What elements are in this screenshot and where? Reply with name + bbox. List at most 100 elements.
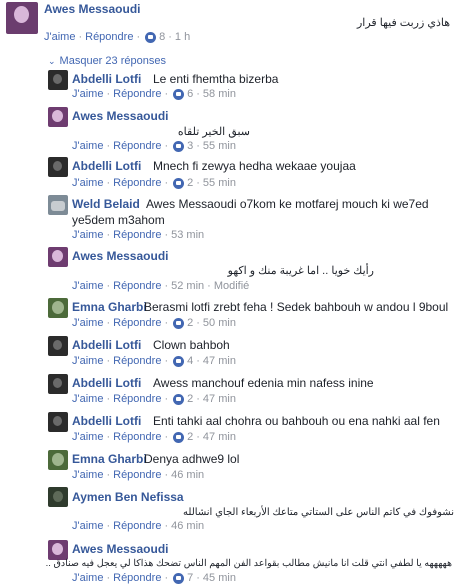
reply-author[interactable]: Abdelli Lotfi xyxy=(72,338,141,352)
like-button[interactable]: J'aime xyxy=(44,31,75,43)
reply-button[interactable]: Répondre xyxy=(113,280,161,292)
avatar[interactable] xyxy=(48,450,68,470)
like-button[interactable]: J'aime xyxy=(72,572,103,584)
avatar[interactable] xyxy=(48,487,68,507)
like-count[interactable]: 6 xyxy=(187,88,193,100)
like-reaction-icon[interactable] xyxy=(173,393,185,405)
like-reaction-icon[interactable] xyxy=(173,431,185,443)
reply-button[interactable]: Répondre xyxy=(113,431,161,443)
separator: · xyxy=(136,31,141,43)
like-reaction-icon[interactable] xyxy=(173,317,185,329)
avatar[interactable] xyxy=(48,412,68,432)
avatar[interactable] xyxy=(48,157,68,177)
reply-button[interactable]: Répondre xyxy=(113,177,161,189)
reply-actions: J'aime · Répondre · 2 · 47 min xyxy=(72,393,236,405)
reply-author[interactable]: Awes Messaoudi xyxy=(72,249,168,263)
like-button[interactable]: J'aime xyxy=(72,469,103,481)
separator: · xyxy=(78,31,83,43)
timestamp[interactable]: 46 min xyxy=(171,469,204,481)
reply-text: Berasmi lotfi zrebt feha ! Sedek bahbouh… xyxy=(144,300,449,314)
reply-button[interactable]: Répondre xyxy=(113,140,161,152)
like-reaction-icon[interactable] xyxy=(173,355,185,367)
timestamp[interactable]: 55 min xyxy=(203,177,236,189)
avatar[interactable] xyxy=(48,70,68,90)
timestamp[interactable]: 58 min xyxy=(203,88,236,100)
timestamp[interactable]: 53 min xyxy=(171,229,204,241)
like-reaction-icon[interactable] xyxy=(173,572,185,584)
reply-actions: J'aime · Répondre · 3 · 55 min xyxy=(72,140,236,152)
reply-text-continued: ye5dem m3ahom xyxy=(72,213,165,227)
timestamp[interactable]: 52 min xyxy=(171,280,204,292)
like-button[interactable]: J'aime xyxy=(72,317,103,329)
reply-author[interactable]: Abdelli Lotfi xyxy=(72,159,141,173)
like-button[interactable]: J'aime xyxy=(72,88,103,100)
like-reaction-icon[interactable] xyxy=(173,140,185,152)
timestamp[interactable]: 46 min xyxy=(171,520,204,532)
like-button[interactable]: J'aime xyxy=(72,355,103,367)
reply-actions: J'aime · Répondre · 46 min xyxy=(72,469,205,481)
like-button[interactable]: J'aime xyxy=(72,393,103,405)
reply-author[interactable]: Awes Messaoudi xyxy=(72,542,168,556)
edited-label[interactable]: Modifié xyxy=(214,280,249,292)
like-count[interactable]: 7 xyxy=(187,572,193,584)
reply-author[interactable]: Emna Gharbi xyxy=(72,300,147,314)
like-button[interactable]: J'aime xyxy=(72,280,103,292)
reply-author[interactable]: Abdelli Lotfi xyxy=(72,72,141,86)
reply-button[interactable]: Répondre xyxy=(113,88,161,100)
avatar[interactable] xyxy=(48,107,68,127)
timestamp[interactable]: 1 h xyxy=(175,31,190,43)
like-count[interactable]: 2 xyxy=(187,431,193,443)
reply-author[interactable]: Abdelli Lotfi xyxy=(72,376,141,390)
timestamp[interactable]: 47 min xyxy=(203,355,236,367)
reply-author[interactable]: Awes Messaoudi xyxy=(72,109,168,123)
like-count[interactable]: 3 xyxy=(187,140,193,152)
avatar[interactable] xyxy=(48,195,68,215)
timestamp[interactable]: 47 min xyxy=(203,431,236,443)
like-button[interactable]: J'aime xyxy=(72,520,103,532)
avatar[interactable] xyxy=(48,247,68,267)
reply-actions: J'aime · Répondre · 2 · 47 min xyxy=(72,431,236,443)
reply-actions: J'aime · Répondre · 53 min xyxy=(72,229,205,241)
avatar[interactable] xyxy=(48,298,68,318)
reply-author[interactable]: Aymen Ben Nefissa xyxy=(72,490,184,504)
reply-text: رأيك خويا .. اما غريبة منك و اكهو xyxy=(227,265,374,277)
reply-button[interactable]: Répondre xyxy=(113,572,161,584)
reply-text: Awes Messaoudi o7kom ke motfarej mouch k… xyxy=(146,197,429,211)
timestamp[interactable]: 47 min xyxy=(203,393,236,405)
reply-button[interactable]: Répondre xyxy=(113,317,161,329)
like-button[interactable]: J'aime xyxy=(72,431,103,443)
reply-actions: J'aime · Répondre · 2 · 55 min xyxy=(72,177,236,189)
timestamp[interactable]: 50 min xyxy=(203,317,236,329)
reply-button[interactable]: Répondre xyxy=(113,520,161,532)
like-button[interactable]: J'aime xyxy=(72,140,103,152)
reply-button[interactable]: Répondre xyxy=(113,229,161,241)
reply-button[interactable]: Répondre xyxy=(113,469,161,481)
avatar[interactable] xyxy=(48,336,68,356)
like-reaction-icon[interactable] xyxy=(173,177,185,189)
like-button[interactable]: J'aime xyxy=(72,229,103,241)
like-reaction-icon[interactable] xyxy=(173,88,185,100)
hide-replies-link[interactable]: ⌄ Masquer 23 réponses xyxy=(48,55,166,67)
like-button[interactable]: J'aime xyxy=(72,177,103,189)
like-count[interactable]: 4 xyxy=(187,355,193,367)
reply-text: Enti tahki aal chohra ou bahbouh ou ena … xyxy=(153,414,440,428)
reply-button[interactable]: Répondre xyxy=(113,393,161,405)
like-count[interactable]: 2 xyxy=(187,393,193,405)
reply-button[interactable]: Répondre xyxy=(85,31,133,43)
avatar[interactable] xyxy=(6,2,38,34)
like-reaction-icon[interactable] xyxy=(145,31,157,43)
like-count[interactable]: 2 xyxy=(187,177,193,189)
reply-text: Clown bahboh xyxy=(153,338,230,352)
like-count[interactable]: 8 xyxy=(159,31,165,43)
timestamp[interactable]: 45 min xyxy=(203,572,236,584)
timestamp[interactable]: 55 min xyxy=(203,140,236,152)
reply-text: Denya adhwe9 lol xyxy=(144,452,240,466)
avatar[interactable] xyxy=(48,540,68,560)
reply-author[interactable]: Emna Gharbi xyxy=(72,452,147,466)
comment-author[interactable]: Awes Messaoudi xyxy=(44,2,140,16)
avatar[interactable] xyxy=(48,374,68,394)
like-count[interactable]: 2 xyxy=(187,317,193,329)
reply-button[interactable]: Répondre xyxy=(113,355,161,367)
reply-author[interactable]: Abdelli Lotfi xyxy=(72,414,141,428)
reply-author[interactable]: Weld Belaid xyxy=(72,197,140,211)
